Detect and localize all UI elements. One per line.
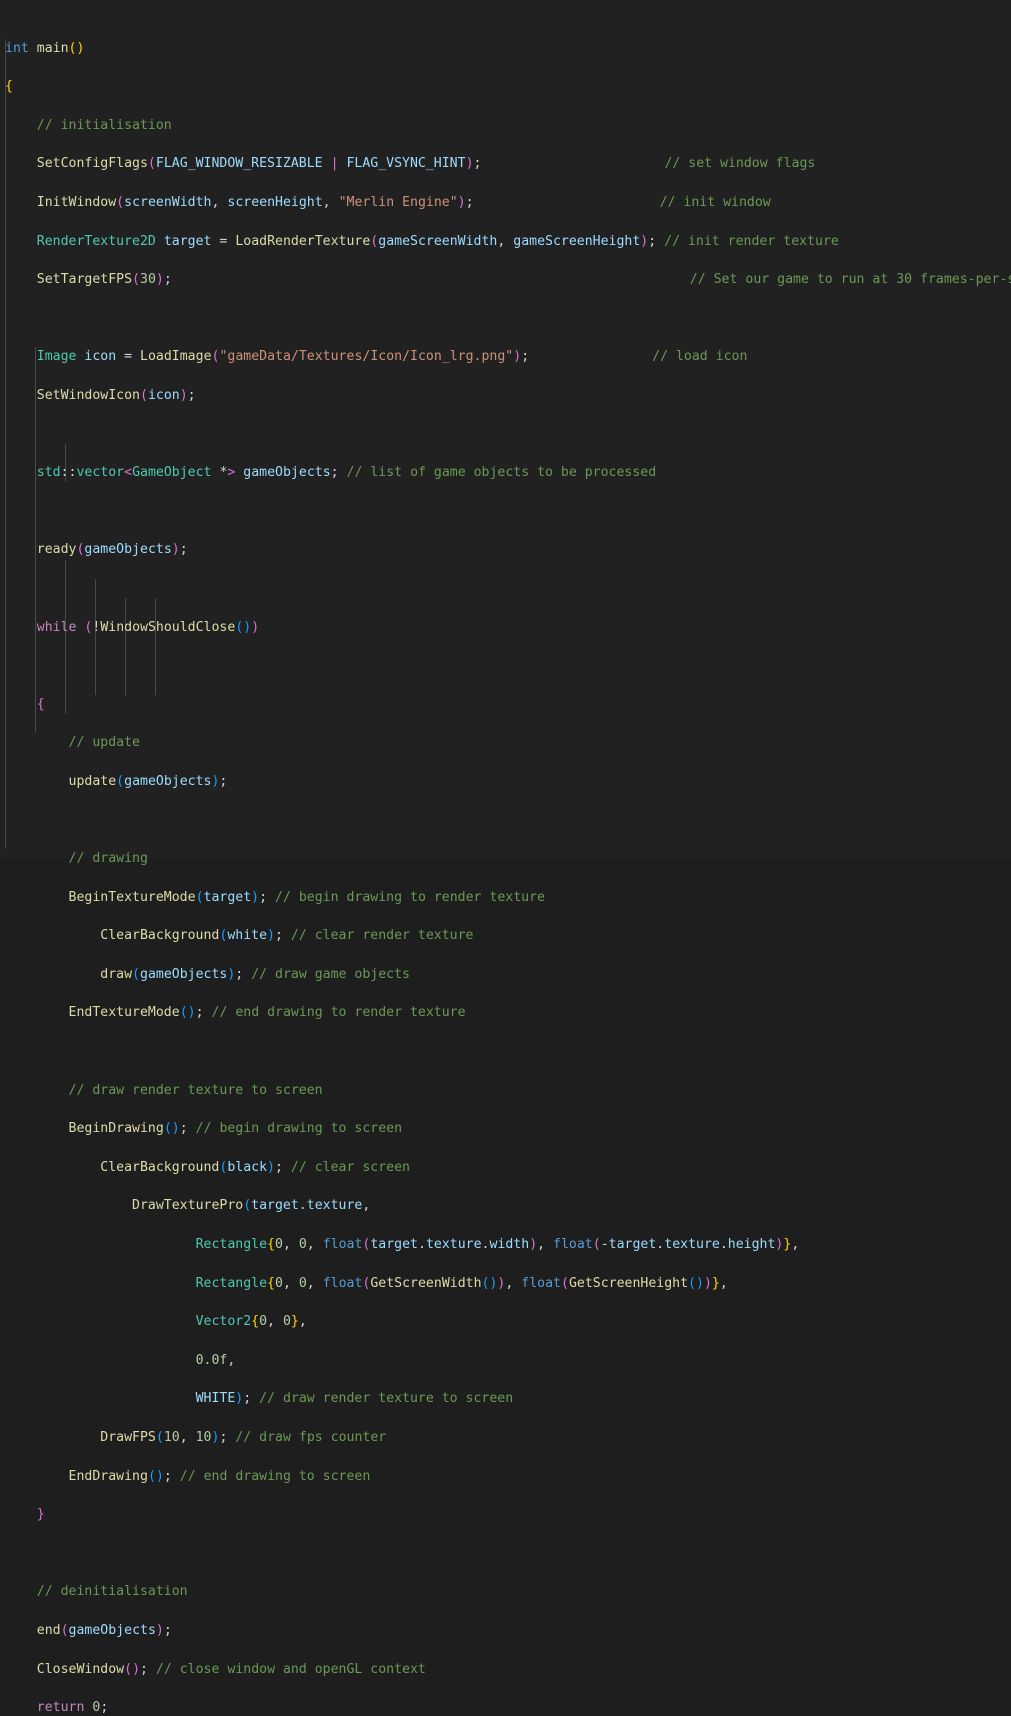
code-line: SetConfigFlags(FLAG_WINDOW_RESIZABLE | F… [0, 154, 1011, 173]
code-line: int main() [0, 39, 1011, 58]
code-line: update(gameObjects); [0, 772, 1011, 791]
code-line: EndDrawing(); // end drawing to screen [0, 1467, 1011, 1486]
code-line: // initialisation [0, 116, 1011, 135]
code-line: // update [0, 733, 1011, 752]
code-line: // draw render texture to screen [0, 1081, 1011, 1100]
code-line [0, 1544, 1011, 1563]
code-line: Rectangle{0, 0, float(target.texture.wid… [0, 1235, 1011, 1254]
code-line: { [0, 77, 1011, 96]
code-line: EndTextureMode(); // end drawing to rend… [0, 1003, 1011, 1022]
code-line: Rectangle{0, 0, float(GetScreenWidth()),… [0, 1274, 1011, 1293]
code-line: { [0, 695, 1011, 714]
code-line: std::vector<GameObject *> gameObjects; /… [0, 463, 1011, 482]
code-line [0, 502, 1011, 521]
code-line: 0.0f, [0, 1351, 1011, 1370]
code-line [0, 425, 1011, 444]
code-line: DrawFPS(10, 10); // draw fps counter [0, 1428, 1011, 1447]
code-line: Vector2{0, 0}, [0, 1312, 1011, 1331]
code-line: // drawing [0, 849, 1011, 868]
code-line: } [0, 1505, 1011, 1524]
code-line [0, 309, 1011, 328]
code-line: ready(gameObjects); [0, 540, 1011, 559]
code-line: SetWindowIcon(icon); [0, 386, 1011, 405]
code-line: SetTargetFPS(30);// Set our game to run … [0, 270, 1011, 289]
code-line: end(gameObjects); [0, 1621, 1011, 1640]
code-line: return 0; [0, 1698, 1011, 1716]
code-line: BeginTextureMode(target); // begin drawi… [0, 888, 1011, 907]
code-line [0, 656, 1011, 675]
code-line: draw(gameObjects); // draw game objects [0, 965, 1011, 984]
code-line: InitWindow(screenWidth, screenHeight, "M… [0, 193, 1011, 212]
code-line: RenderTexture2D target = LoadRenderTextu… [0, 232, 1011, 251]
code-line [0, 579, 1011, 598]
code-line: // deinitialisation [0, 1582, 1011, 1601]
code-line: ClearBackground(white); // clear render … [0, 926, 1011, 945]
code-line: CloseWindow(); // close window and openG… [0, 1660, 1011, 1679]
code-line [0, 810, 1011, 829]
code-editor[interactable]: int main() { // initialisation SetConfig… [0, 0, 1011, 858]
code-line: ClearBackground(black); // clear screen [0, 1158, 1011, 1177]
code-line: BeginDrawing(); // begin drawing to scre… [0, 1119, 1011, 1138]
code-line: DrawTexturePro(target.texture, [0, 1196, 1011, 1215]
code-line: WHITE); // draw render texture to screen [0, 1389, 1011, 1408]
code-line: while (!WindowShouldClose()) [0, 618, 1011, 637]
code-line: Image icon = LoadImage("gameData/Texture… [0, 347, 1011, 366]
code-line [0, 1042, 1011, 1061]
code-content[interactable]: int main() { // initialisation SetConfig… [0, 0, 1011, 1716]
